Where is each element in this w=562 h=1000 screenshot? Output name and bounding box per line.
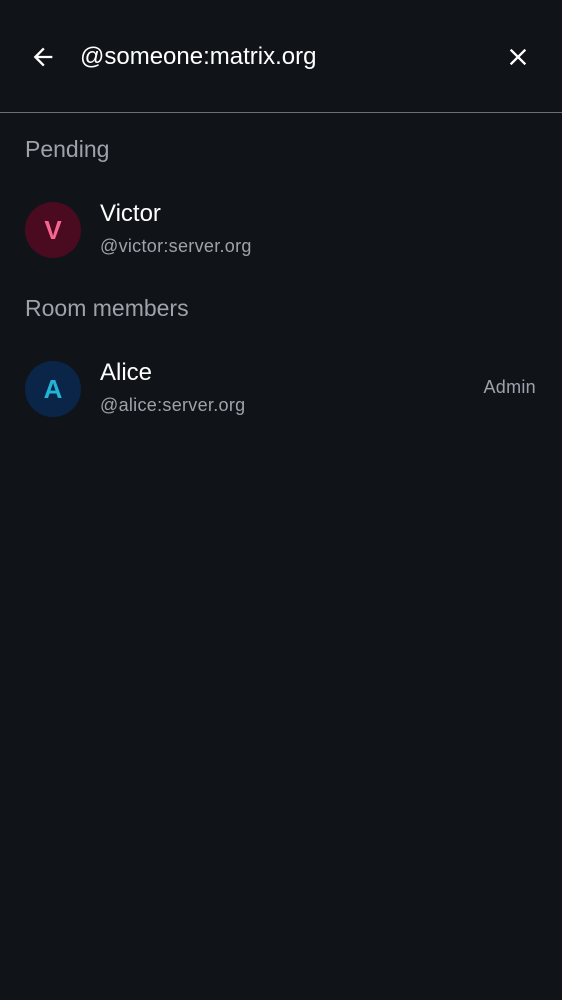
clear-search-button[interactable]: [497, 36, 539, 78]
member-row-alice[interactable]: A Alice @alice:server.org Admin: [0, 349, 562, 429]
section-header-room-members: Room members: [25, 295, 189, 321]
member-user-id: @victor:server.org: [100, 236, 252, 256]
member-name: Alice: [100, 359, 153, 386]
search-input[interactable]: [80, 36, 480, 78]
room-member-search-screen: Pending V Victor @victor:server.org Room…: [0, 0, 562, 1000]
member-user-id: @alice:server.org: [100, 395, 246, 415]
back-button[interactable]: [22, 36, 64, 78]
member-name: Victor: [100, 200, 161, 227]
search-bar: [0, 0, 562, 113]
section-header-pending: Pending: [25, 136, 110, 162]
member-row-victor[interactable]: V Victor @victor:server.org: [0, 190, 562, 270]
close-icon: [509, 48, 527, 66]
role-badge: Admin: [483, 377, 536, 397]
avatar: A: [25, 361, 81, 417]
arrow-left-icon: [33, 47, 53, 67]
avatar: V: [25, 202, 81, 258]
